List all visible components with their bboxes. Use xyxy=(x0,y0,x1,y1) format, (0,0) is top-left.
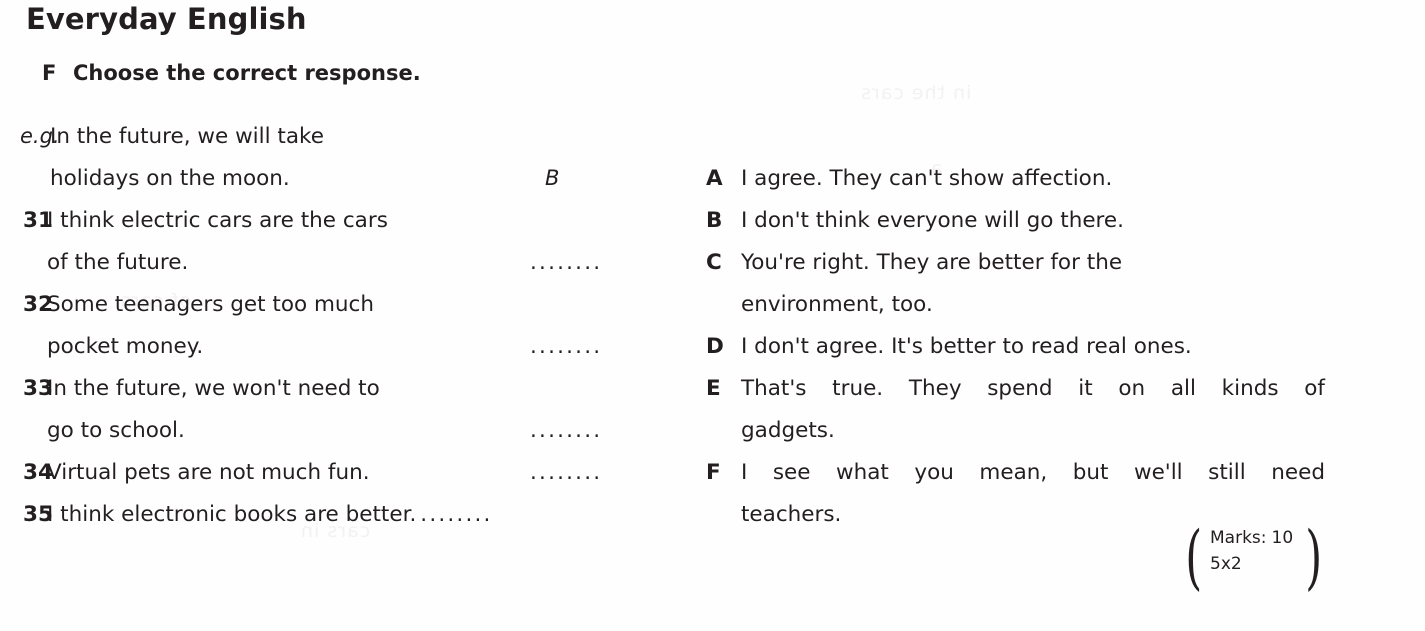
option-item-e[interactable]: E That's true. They spend it on all kinds of xyxy=(700,376,1325,418)
option-word: you xyxy=(914,460,954,485)
question-text-line: holidays on the moon. xyxy=(50,166,290,191)
ghost-text-fragment-1: in the cars xyxy=(860,82,972,104)
option-item-f[interactable]: F Isee what you mean, but we'll still need xyxy=(700,460,1325,502)
task-letter: F xyxy=(42,61,57,85)
option-letter: B xyxy=(706,208,723,233)
question-text-line: Some teenagers get too much xyxy=(47,292,374,317)
option-text: I don't think everyone will go there. xyxy=(741,208,1124,233)
answer-blank-33[interactable]: ........ xyxy=(530,418,602,443)
question-text-line: go to school. xyxy=(47,418,185,443)
task-heading: F Choose the correct response. xyxy=(42,61,421,85)
option-letter: D xyxy=(706,334,724,359)
marks-fraction: 10 xyxy=(1272,526,1294,551)
page-title: Everyday English xyxy=(26,2,307,36)
option-letter: A xyxy=(706,166,723,191)
question-number: 31 xyxy=(23,208,53,233)
option-word: what xyxy=(836,460,889,485)
marks-denominator: 10 xyxy=(1271,528,1294,548)
question-text-line: Virtual pets are not much fun. xyxy=(47,460,370,485)
option-text: I don't agree. It's better to read real … xyxy=(741,334,1192,359)
answer-blank-35[interactable]: ........ xyxy=(420,502,492,527)
option-text: You're right. They are better for the xyxy=(741,250,1123,275)
marks-content: Marks: 10 5x2 xyxy=(1210,526,1293,577)
option-letter: E xyxy=(706,376,721,401)
marks-box: ( ) Marks: 10 5x2 xyxy=(1185,516,1328,598)
question-text-line: I think electric cars are the cars xyxy=(47,208,388,233)
option-word: spend xyxy=(987,376,1053,401)
question-item-31: 31 I think electric cars are the cars of… xyxy=(0,208,660,292)
answer-blank-34[interactable]: ........ xyxy=(530,460,602,485)
question-text-line: I think electronic books are better. xyxy=(47,502,417,527)
question-item-35: 35 I think electronic books are better. … xyxy=(0,502,660,544)
option-item-c[interactable]: C You're right. They are better for the xyxy=(700,250,1325,292)
option-text: That's true. They spend it on all kinds of xyxy=(741,376,1325,401)
option-word: but xyxy=(1072,460,1109,485)
bracket-left-icon: ( xyxy=(1185,516,1203,598)
answer-value[interactable]: B xyxy=(545,166,559,190)
question-item-33: 33 In the future, we won't need to go to… xyxy=(0,376,660,460)
question-text-line: In the future, we will take xyxy=(50,124,324,149)
option-word: kinds xyxy=(1221,376,1279,401)
option-word: need xyxy=(1271,460,1325,485)
question-text-line: In the future, we won't need to xyxy=(47,376,380,401)
question-number: 35 xyxy=(23,502,53,527)
option-item-a[interactable]: A I agree. They can't show affection. xyxy=(700,166,1325,208)
option-item-b[interactable]: B I don't think everyone will go there. xyxy=(700,208,1325,250)
option-word: They xyxy=(908,376,962,401)
option-word: I xyxy=(741,460,748,485)
answer-blank-32[interactable]: ........ xyxy=(530,334,602,359)
option-word: all xyxy=(1170,376,1196,401)
options-column: A I agree. They can't show affection. B … xyxy=(700,166,1325,544)
option-word: of xyxy=(1304,376,1325,401)
bracket-right-icon: ) xyxy=(1305,516,1323,598)
question-item-eg: e.g. In the future, we will take holiday… xyxy=(0,124,660,208)
question-item-34: 34 Virtual pets are not much fun. ......… xyxy=(0,460,660,502)
answer-blank-31[interactable]: ........ xyxy=(530,250,602,275)
question-item-32: 32 Some teenagers get too much pocket mo… xyxy=(0,292,660,376)
option-word: still xyxy=(1208,460,1246,485)
task-instruction: Choose the correct response. xyxy=(73,61,421,85)
option-word: we'll xyxy=(1133,460,1183,485)
question-text-line: of the future. xyxy=(47,250,189,275)
option-text-continuation-c: environment, too. xyxy=(741,292,933,317)
option-text: Isee what you mean, but we'll still need xyxy=(741,460,1325,485)
option-word: it xyxy=(1078,376,1093,401)
question-number: 33 xyxy=(23,376,53,401)
question-number: 34 xyxy=(23,460,53,485)
questions-column: e.g. In the future, we will take holiday… xyxy=(0,124,660,544)
question-text-line: pocket money. xyxy=(47,334,204,359)
question-number: e.g. xyxy=(20,124,60,148)
option-text: I agree. They can't show affection. xyxy=(741,166,1113,191)
worksheet-page: in the cars a of cars cars in Everyday E… xyxy=(0,0,1425,631)
marks-breakdown: 5x2 xyxy=(1210,554,1242,574)
marks-label: Marks: xyxy=(1210,528,1267,548)
option-word: see xyxy=(772,460,811,485)
option-text-continuation-e: gadgets. xyxy=(741,418,835,443)
option-word: mean, xyxy=(979,460,1048,485)
option-letter: C xyxy=(706,250,722,275)
option-item-d[interactable]: D I don't agree. It's better to read rea… xyxy=(700,334,1325,376)
option-word: true. xyxy=(832,376,884,401)
question-number: 32 xyxy=(23,292,53,317)
option-letter: F xyxy=(706,460,721,485)
option-word: That's xyxy=(741,376,807,401)
option-word: on xyxy=(1118,376,1146,401)
